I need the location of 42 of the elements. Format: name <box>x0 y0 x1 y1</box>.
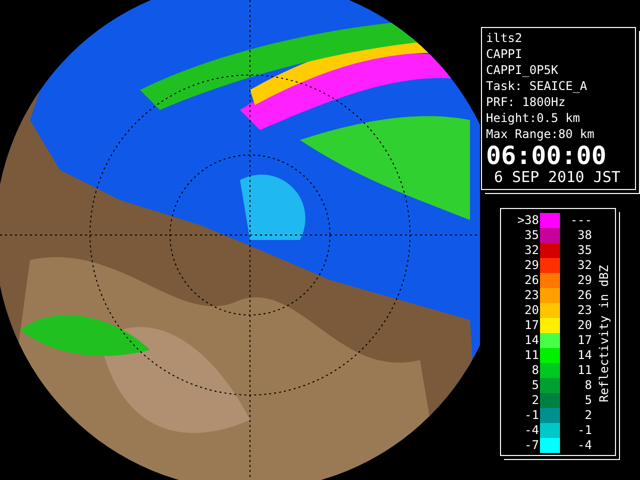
info-text: CAPPI <box>486 46 524 62</box>
legend-lower-value: 26 <box>524 273 540 288</box>
info-text: ilts2 <box>486 30 524 46</box>
legend-lower-value: 20 <box>524 303 540 318</box>
legend-upper-value: -4 <box>576 438 592 453</box>
legend-lower-value: 35 <box>524 228 540 243</box>
legend-lower-value: 8 <box>530 363 540 378</box>
legend-lower-value: -7 <box>524 438 540 453</box>
legend-lower-value: 14 <box>524 333 540 348</box>
legend-upper-value: 26 <box>576 288 592 303</box>
info-text: CAPPI_0P5K <box>486 62 560 78</box>
legend-lower-value: 5 <box>530 378 540 393</box>
legend-upper-value: 20 <box>576 318 592 333</box>
legend-upper-value: 8 <box>584 378 592 393</box>
info-text: PRF: 1800Hz <box>486 94 566 110</box>
legend-lower-value: 29 <box>524 258 540 273</box>
legend-upper-value: -1 <box>576 423 592 438</box>
legend-upper-value: --- <box>569 213 592 228</box>
legend-lower-value: 23 <box>524 288 540 303</box>
info-text: Height:0.5 km <box>486 110 581 126</box>
date-text: 6 SEP 2010 JST <box>494 169 622 186</box>
legend-upper-value: 2 <box>584 408 592 423</box>
legend-upper-value: 29 <box>576 273 592 288</box>
legend-lower-value: 17 <box>524 318 540 333</box>
legend-title: Reflectivity in dBZ <box>596 265 610 403</box>
legend-upper-value: 32 <box>576 258 592 273</box>
legend-upper-value: 5 <box>584 393 592 408</box>
legend-upper-value: 35 <box>576 243 592 258</box>
legend-upper-value: 14 <box>576 348 592 363</box>
legend-upper-value: 23 <box>576 303 592 318</box>
legend-upper-value: 17 <box>576 333 592 348</box>
legend-upper-value: 38 <box>576 228 592 243</box>
legend-lower-value: >38 <box>516 213 540 228</box>
info-text: Task: SEAICE_A <box>486 78 588 94</box>
legend-upper-value: 11 <box>576 363 592 378</box>
time-text: 06:00:00 <box>486 142 608 169</box>
info-text: Max Range:80 km <box>486 126 596 142</box>
legend-lower-value: -1 <box>524 408 540 423</box>
legend-lower-value: 2 <box>530 393 540 408</box>
legend-lower-value: 11 <box>524 348 540 363</box>
legend-lower-value: -4 <box>524 423 540 438</box>
legend-lower-value: 32 <box>524 243 540 258</box>
